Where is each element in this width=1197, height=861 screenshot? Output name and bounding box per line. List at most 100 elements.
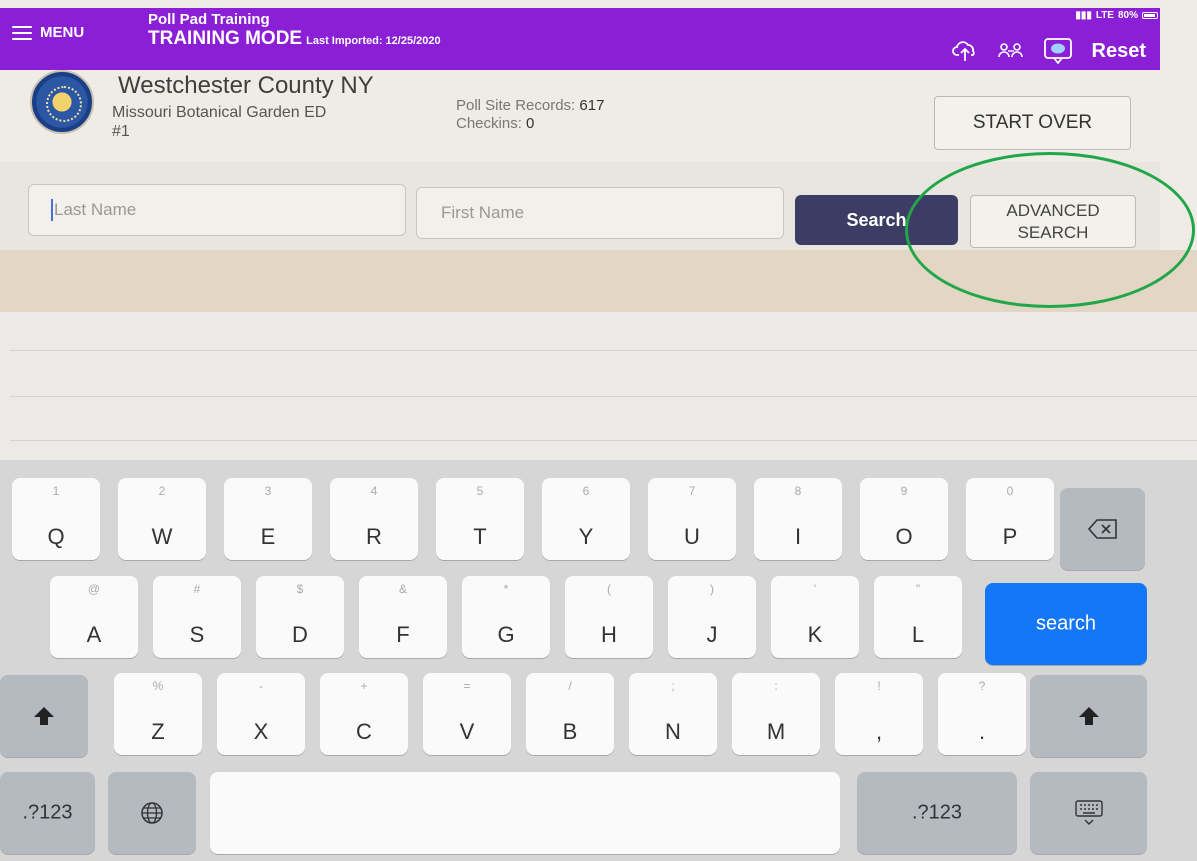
shift-key-right[interactable] — [1030, 675, 1147, 757]
key-h[interactable]: (H — [565, 576, 653, 658]
advanced-search-button[interactable]: ADVANCED SEARCH — [970, 195, 1136, 248]
key-hint: 1 — [52, 484, 60, 498]
site-line-1: Missouri Botanical Garden ED — [112, 104, 327, 121]
keyboard-dismiss-key[interactable] — [1030, 772, 1147, 854]
key-q[interactable]: 1Q — [12, 478, 100, 560]
space-bar[interactable] — [210, 772, 840, 854]
key-k[interactable]: ' K — [771, 576, 859, 658]
key-hint: 8 — [794, 484, 802, 498]
shift-icon — [34, 707, 54, 725]
shift-icon — [1078, 707, 1099, 725]
globe-key[interactable] — [108, 772, 196, 854]
key-label: J — [706, 622, 718, 647]
key-punct-7[interactable]: !, — [835, 673, 923, 755]
cloud-upload-icon[interactable] — [951, 40, 978, 62]
key-label: T — [473, 524, 487, 549]
last-name-input[interactable]: Last Name — [28, 184, 406, 236]
results-list — [0, 312, 1197, 460]
key-hint: 9 — [900, 484, 908, 498]
chat-icon[interactable] — [1043, 38, 1072, 64]
poll-site-name: Missouri Botanical Garden ED #1 — [112, 103, 402, 141]
key-label: A — [86, 622, 102, 647]
battery-icon — [1142, 12, 1158, 19]
key-hint: # — [193, 582, 201, 596]
key-label: F — [396, 622, 410, 647]
key-label: . — [978, 719, 986, 744]
key-v[interactable]: = V — [423, 673, 511, 755]
first-name-input[interactable]: First Name — [416, 187, 784, 239]
key-hint: " — [915, 582, 921, 596]
county-name: Westchester County NY — [118, 72, 374, 99]
key-label: V — [459, 719, 475, 744]
key-label: , — [875, 719, 883, 744]
checkins-label: Checkins: — [456, 115, 522, 132]
key-label: U — [684, 524, 700, 549]
key-hint: $ — [296, 582, 304, 596]
menu-button[interactable]: MENU — [12, 24, 84, 41]
key-p[interactable]: 0P — [966, 478, 1054, 560]
key-d[interactable]: $ D — [256, 576, 344, 658]
onscreen-keyboard: 1Q2W3E4R5T6Y7U8I9O0P @ A # S $ D & F * G(H) J ' K " L … — [0, 460, 1197, 861]
poll-pad-screen: MENU Poll Pad Training TRAINING MODE Last… — [0, 0, 1197, 861]
mode-line: TRAINING MODE Last Imported: 12/25/2020 — [148, 28, 441, 50]
numbers-key-left[interactable]: .?123 — [0, 772, 95, 854]
numbers-key-right[interactable]: .?123 — [857, 772, 1017, 854]
numbers-key-label: .?123 — [911, 801, 963, 824]
list-divider — [10, 396, 1197, 397]
key-x[interactable]: -X — [217, 673, 305, 755]
key-w[interactable]: 2W — [118, 478, 206, 560]
key-hint: ) — [710, 582, 714, 596]
search-key[interactable]: search — [985, 583, 1147, 665]
key-a[interactable]: @ A — [50, 576, 138, 658]
shift-key-left[interactable] — [0, 675, 88, 757]
key-label: C — [356, 719, 372, 744]
key-e[interactable]: 3E — [224, 478, 312, 560]
key-label: S — [189, 622, 205, 647]
key-b[interactable]: / B — [526, 673, 614, 755]
key-label: E — [260, 524, 276, 549]
key-hint: 5 — [476, 484, 484, 498]
key-label: L — [911, 622, 925, 647]
backspace-icon — [1087, 519, 1117, 539]
menu-label: MENU — [40, 24, 85, 41]
key-hint: 7 — [688, 484, 696, 498]
key-f[interactable]: & F — [359, 576, 447, 658]
start-over-button[interactable]: START OVER — [934, 96, 1131, 150]
results-header-band — [0, 250, 1197, 312]
key-hint: ; — [671, 679, 675, 693]
checkins-value: 0 — [526, 115, 535, 132]
search-button[interactable]: Search — [795, 195, 958, 245]
key-z[interactable]: % Z — [114, 673, 202, 755]
key-label: X — [253, 719, 269, 744]
records-summary: Poll Site Records: 617 Checkins: 0 — [456, 97, 604, 133]
site-header: Westchester County NY Missouri Botanical… — [0, 70, 1160, 162]
key-label: H — [601, 622, 617, 647]
key-u[interactable]: 7U — [648, 478, 736, 560]
key-r[interactable]: 4R — [330, 478, 418, 560]
key-m[interactable]: :M — [732, 673, 820, 755]
backspace-key[interactable] — [1060, 488, 1145, 570]
signal-icon: ▮▮▮ — [1075, 10, 1092, 21]
key-label: M — [766, 719, 786, 744]
network-label: LTE — [1095, 10, 1114, 21]
key-label: G — [497, 622, 515, 647]
numbers-key-label: .?123 — [22, 801, 73, 824]
list-divider — [10, 350, 1197, 351]
topbar-actions: Reset — [951, 38, 1146, 64]
key-j[interactable]: ) J — [668, 576, 756, 658]
key-y[interactable]: 6Y — [542, 478, 630, 560]
key-hint: - — [259, 679, 263, 693]
key-punct-8[interactable]: ?. — [938, 673, 1026, 755]
key-i[interactable]: 8I — [754, 478, 842, 560]
key-c[interactable]: + C — [320, 673, 408, 755]
key-s[interactable]: # S — [153, 576, 241, 658]
key-n[interactable]: ; N — [629, 673, 717, 755]
key-t[interactable]: 5T — [436, 478, 524, 560]
key-o[interactable]: 9O — [860, 478, 948, 560]
users-icon[interactable] — [997, 41, 1024, 61]
app-title: Poll Pad Training — [148, 11, 270, 28]
key-hint: * — [503, 582, 509, 596]
reset-button[interactable]: Reset — [1092, 40, 1146, 63]
key-g[interactable]: * G — [462, 576, 550, 658]
key-l[interactable]: " L — [874, 576, 962, 658]
